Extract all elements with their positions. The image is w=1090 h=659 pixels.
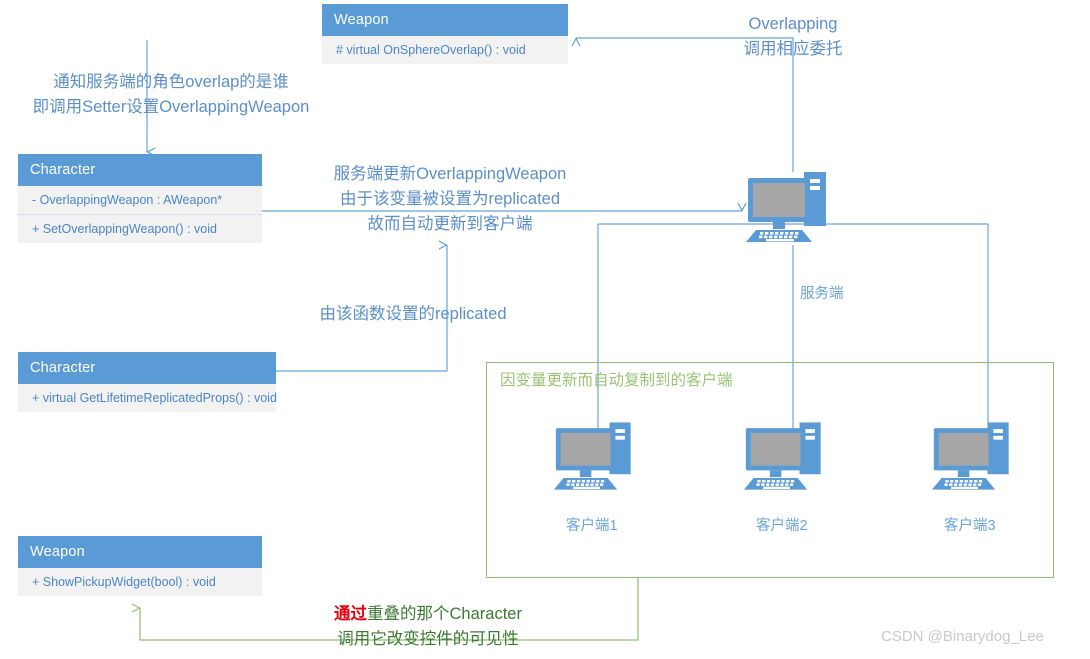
note-replicated-by-function: 由该函数设置的replicated: [298, 302, 528, 327]
client-2-computer: [742, 418, 836, 499]
class-member-row: # virtual OnSphereOverlap() : void: [336, 43, 526, 57]
note-line: 调用相应委托: [743, 40, 843, 58]
note-line: 调用它改变控件的可见性: [337, 630, 519, 648]
clients-group-label: 因变量更新而自动复制到的客户端: [500, 372, 733, 389]
note-highlight: 通过: [334, 605, 368, 623]
note-overlap-setter: 通知服务端的角色overlap的是谁 即调用Setter设置Overlappin…: [16, 70, 326, 120]
note-bottom-call: 通过重叠的那个Character 调用它改变控件的可见性: [288, 602, 568, 652]
server-label: 服务端: [800, 286, 844, 302]
server-computer: [744, 168, 842, 251]
class-box-weapon-top: Weapon # virtual OnSphereOverlap() : voi…: [322, 4, 568, 64]
client-3-label: 客户端3: [944, 518, 996, 534]
class-box-character-bottom: Character + virtual GetLifetimeReplicate…: [18, 352, 277, 412]
class-member-row: + SetOverlappingWeapon() : void: [18, 214, 262, 243]
class-member-row: - OverlappingWeapon : AWeapon*: [32, 193, 223, 207]
note-line-rest: 重叠的那个Character: [367, 605, 522, 623]
class-member-row: + ShowPickupWidget(bool) : void: [32, 575, 216, 589]
note-line: 故而自动更新到客户端: [367, 215, 533, 233]
note-line: 即调用Setter设置OverlappingWeapon: [32, 98, 310, 116]
note-line: 由该函数设置的replicated: [319, 305, 507, 323]
diagram-canvas: Weapon # virtual OnSphereOverlap() : voi…: [0, 0, 1090, 659]
note-line: 由于该变量被设置为replicated: [339, 190, 561, 208]
desktop-computer-icon: [931, 422, 1009, 490]
desktop-computer-icon: [746, 172, 826, 242]
desktop-computer-icon: [743, 422, 821, 490]
note-line: 通知服务端的角色overlap的是谁: [53, 73, 289, 91]
client-2-label: 客户端2: [756, 518, 808, 534]
class-header-weapon-bottom: Weapon: [18, 536, 262, 568]
class-header-weapon-top: Weapon: [322, 4, 568, 36]
class-member-row: + virtual GetLifetimeReplicatedProps() :…: [32, 391, 277, 405]
client-1-computer: [552, 418, 646, 499]
class-header-character-top: Character: [18, 154, 262, 186]
client-3-computer: [930, 418, 1024, 499]
note-line: 服务端更新OverlappingWeapon: [333, 165, 567, 183]
note-overlapping-delegate: Overlapping 调用相应委托: [700, 12, 886, 62]
class-box-character-top: Character - OverlappingWeapon : AWeapon*…: [18, 154, 262, 243]
note-line: Overlapping: [748, 15, 838, 33]
class-header-character-bottom: Character: [18, 352, 276, 384]
note-line: 通过重叠的那个Character: [288, 602, 568, 627]
watermark: CSDN @Binarydog_Lee: [881, 628, 1044, 645]
client-1-label: 客户端1: [566, 518, 618, 534]
class-box-weapon-bottom: Weapon + ShowPickupWidget(bool) : void: [18, 536, 262, 596]
desktop-computer-icon: [553, 422, 631, 490]
note-server-update: 服务端更新OverlappingWeapon 由于该变量被设置为replicat…: [300, 162, 600, 237]
